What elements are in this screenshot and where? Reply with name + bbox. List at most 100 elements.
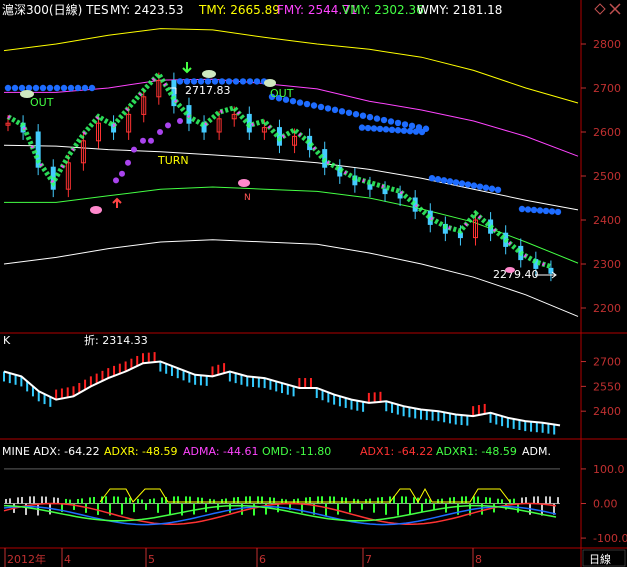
resistance-dot xyxy=(518,205,526,213)
axis-tick-label: 2400 xyxy=(593,214,621,227)
resistance-dot xyxy=(452,179,460,186)
mine-indicator-value-4: OMD: -11.80 xyxy=(262,445,331,458)
resistance-dot xyxy=(387,118,395,125)
resistance-dot xyxy=(4,84,12,92)
axis-tick-label: 2500 xyxy=(593,170,621,183)
out-signal-label-2: OUT xyxy=(270,87,294,100)
resistance-dot xyxy=(39,84,47,92)
axis-tick-label: 2700 xyxy=(593,82,621,95)
resistance-dot xyxy=(303,100,311,108)
resistance-dot xyxy=(401,121,409,128)
resistance-dot xyxy=(482,184,490,191)
k-panel-value: 折: 2314.33 xyxy=(84,333,148,347)
resistance-dot xyxy=(296,99,304,106)
resistance-dot xyxy=(53,84,61,92)
resistance-dot xyxy=(554,208,562,216)
resistance-dot xyxy=(530,206,538,214)
period-button-label[interactable]: 日線 xyxy=(589,552,611,566)
resistance-dot xyxy=(317,103,325,111)
resistance-dot xyxy=(382,126,390,133)
support-dot xyxy=(148,137,154,144)
resistance-dot xyxy=(11,84,19,92)
mine-header-indicators: MINE ADX: -64.22 ADXR: -48.59 ADMA: -44.61… xyxy=(2,445,551,458)
resistance-dot xyxy=(428,175,436,182)
k-panel-title: K xyxy=(3,334,11,347)
resistance-dot xyxy=(81,84,89,92)
resistance-dot xyxy=(380,116,388,124)
time-tick-label: 6 xyxy=(259,553,266,566)
resistance-dot xyxy=(488,185,496,192)
resistance-dot xyxy=(18,84,26,92)
time-tick-label: 5 xyxy=(148,553,155,566)
resistance-dot xyxy=(542,207,550,215)
mine-indicator-value-2: ADXR: -48.59 xyxy=(104,445,178,458)
resistance-dot xyxy=(366,113,374,121)
resistance-dot xyxy=(400,127,408,134)
period-button[interactable]: 日線 xyxy=(582,549,626,567)
indicator-value-5: WMY: 2181.18 xyxy=(417,3,502,17)
resistance-dot xyxy=(370,125,378,132)
resistance-dot xyxy=(464,181,472,188)
support-dot xyxy=(113,177,119,184)
time-tick-label: 4 xyxy=(64,553,71,566)
axis-tick-label: 2600 xyxy=(593,126,621,139)
main-header: 滬深300(日線) TES MY: 2423.53 TMY: 2665.89FMY… xyxy=(2,2,502,17)
price-candle-body xyxy=(457,232,463,239)
resistance-dot xyxy=(67,84,75,92)
resistance-dot xyxy=(548,208,556,215)
axis-tick-label: -100.0 xyxy=(593,532,627,545)
mine-indicator-value-6: ADXR1: -48.59 xyxy=(436,445,517,458)
resistance-dot xyxy=(358,124,366,131)
axis-tick-label: 2550 xyxy=(593,380,621,393)
main-header-indicators: MY: 2423.53 TMY: 2665.89FMY: 2544.71VMY: … xyxy=(110,3,502,17)
resistance-dot xyxy=(239,78,247,85)
resistance-dot xyxy=(458,180,466,187)
out-signal-label: OUT xyxy=(30,96,54,109)
resistance-dot xyxy=(494,186,502,194)
resistance-dot xyxy=(446,178,454,185)
resistance-dot xyxy=(338,108,346,115)
mine-indicator-value-7: ADM. xyxy=(522,445,551,458)
resistance-dot xyxy=(232,78,240,85)
resistance-dot xyxy=(364,124,372,132)
resistance-dot xyxy=(434,176,442,183)
resistance-dot xyxy=(60,84,68,92)
support-dot xyxy=(157,129,163,135)
resistance-dot xyxy=(88,84,96,92)
resistance-dot xyxy=(412,128,420,135)
resistance-dot xyxy=(352,111,360,118)
resistance-dot xyxy=(331,106,339,114)
support-dot xyxy=(140,137,146,144)
indicator-value-1: MY: 2423.53 xyxy=(110,3,184,17)
resistance-dot xyxy=(394,127,402,134)
mine-indicator-value-5: ADX1: -64.22 xyxy=(360,445,433,458)
axis-tick-label: 0.00 xyxy=(593,498,618,511)
resistance-dot xyxy=(388,126,396,133)
turn-signal-label: TURN xyxy=(157,154,189,167)
screen-background xyxy=(0,0,627,567)
resistance-dot xyxy=(470,182,478,189)
indicator-value-4: VMY: 2302.36 xyxy=(342,3,424,17)
price-candle-body xyxy=(367,184,373,190)
resistance-dot xyxy=(376,125,384,133)
n-signal-label: N xyxy=(244,193,251,203)
chart-title: 滬深300(日線) TES xyxy=(2,2,109,17)
mine-indicator-value-3: ADMA: -44.61 xyxy=(183,445,258,458)
high-price-label: 2717.83 xyxy=(185,84,231,97)
support-dot xyxy=(131,146,137,153)
resistance-dot xyxy=(394,119,402,127)
resistance-dot xyxy=(524,206,532,213)
resistance-dot xyxy=(440,177,448,184)
resistance-dot xyxy=(32,84,40,92)
mine-indicator-value-1: MINE ADX: -64.22 xyxy=(2,445,100,458)
resistance-dot xyxy=(246,78,254,85)
axis-tick-label: 2300 xyxy=(593,258,621,271)
time-tick-label: 7 xyxy=(365,553,372,566)
axis-tick-label: 2400 xyxy=(593,405,621,418)
resistance-dot xyxy=(476,183,484,190)
resistance-dot xyxy=(345,109,353,116)
resistance-dot xyxy=(373,115,381,122)
axis-tick-label: 2800 xyxy=(593,38,621,51)
resistance-dot xyxy=(310,102,318,109)
axis-tick-label: 2200 xyxy=(593,302,621,315)
